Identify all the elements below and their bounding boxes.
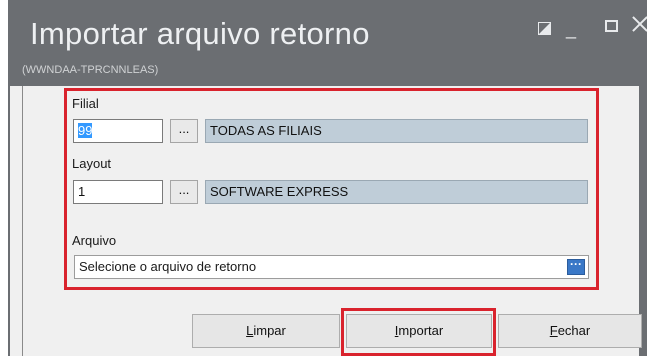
- filial-label: Filial: [72, 96, 99, 111]
- filial-lookup-button[interactable]: ...: [170, 119, 198, 143]
- minimize-icon[interactable]: _: [566, 20, 576, 38]
- window-title: Importar arquivo retorno: [30, 16, 370, 51]
- panel-divider: [22, 86, 23, 356]
- arquivo-file-input[interactable]: Selecione o arquivo de retorno ···: [74, 255, 589, 279]
- layout-code-input[interactable]: 1: [73, 180, 163, 204]
- highlight-import-frame: [341, 308, 496, 356]
- arquivo-placeholder: Selecione o arquivo de retorno: [79, 259, 257, 274]
- limpar-button[interactable]: Limpar: [192, 314, 340, 348]
- window-subtitle: (WWNDAA-TPRCNNLEAS): [22, 64, 159, 76]
- filial-code-input[interactable]: 99: [73, 119, 163, 143]
- layout-lookup-button[interactable]: ...: [170, 180, 198, 204]
- fechar-accel: F: [549, 323, 558, 338]
- filial-code-value: 99: [78, 123, 93, 138]
- filial-name-field: TODAS AS FILIAIS: [205, 119, 588, 143]
- browse-file-button[interactable]: ···: [567, 258, 585, 275]
- fechar-button[interactable]: Fechar: [498, 314, 642, 348]
- fechar-label: echar: [557, 323, 591, 338]
- layout-name-field: SOFTWARE EXPRESS: [205, 180, 588, 204]
- limpar-label: impar: [253, 323, 286, 338]
- close-icon[interactable]: [630, 14, 647, 34]
- desktop-edge: [0, 0, 8, 356]
- layout-label: Layout: [72, 156, 112, 171]
- maximize-icon[interactable]: [605, 20, 618, 32]
- arquivo-label: Arquivo: [72, 233, 117, 248]
- title-bar[interactable]: Importar arquivo retorno (WWNDAA-TPRCNNL…: [8, 0, 647, 86]
